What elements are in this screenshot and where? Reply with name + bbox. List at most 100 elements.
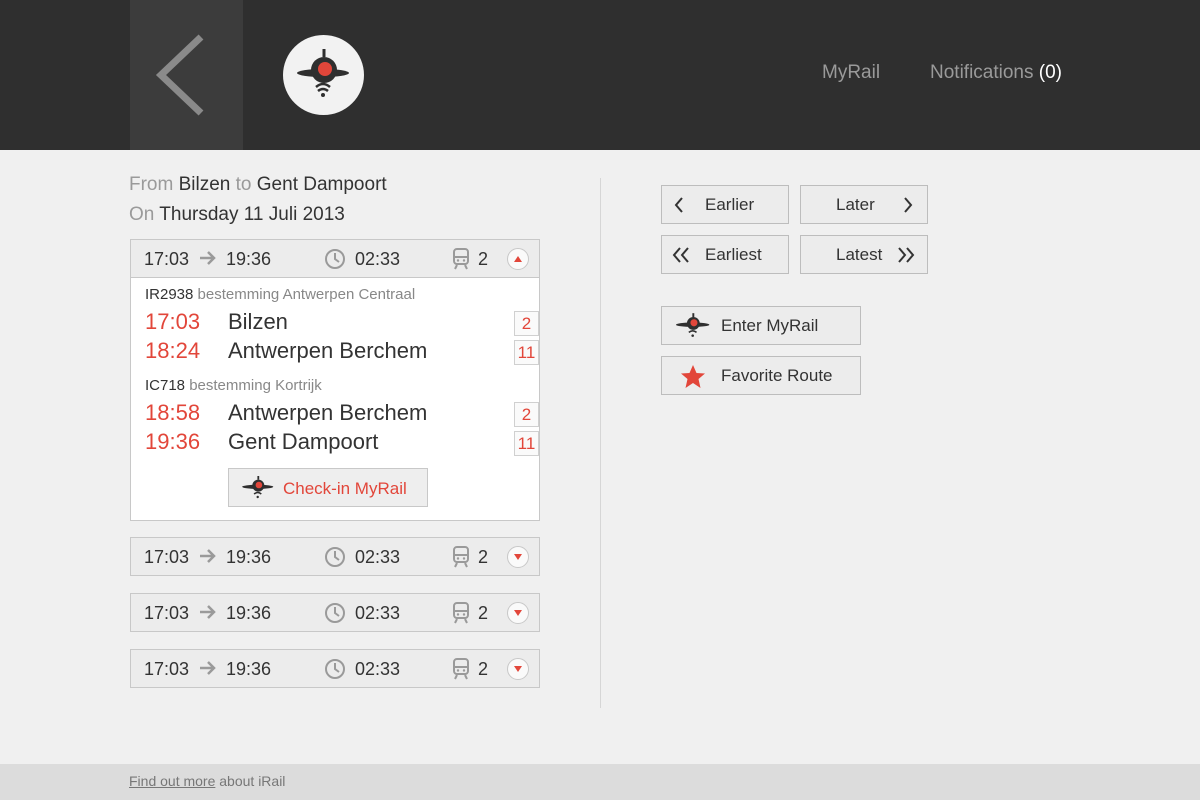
trip-detail-panel: IR2938 bestemming Antwerpen Centraal 17:… [130, 278, 540, 521]
earlier-label: Earlier [705, 195, 755, 214]
enter-myrail-button[interactable]: Enter MyRail [661, 306, 861, 345]
nav-notifications-link[interactable]: Notifications (0) [930, 62, 1062, 84]
latest-button[interactable]: Latest [800, 235, 928, 274]
platform-badge: 2 [514, 402, 539, 427]
stop-time: 17:03 [145, 309, 201, 334]
leg-title: IC718 bestemming Kortrijk [145, 377, 322, 394]
trip-changes: 2 [478, 603, 489, 623]
earliest-button[interactable]: Earliest [661, 235, 789, 274]
arrow-right-icon [200, 605, 216, 619]
leg-train: IR2938 [145, 286, 194, 303]
stop-time: 18:58 [145, 400, 201, 425]
trip-arrival: 19:36 [226, 603, 272, 623]
favorite-route-button[interactable]: Favorite Route [661, 356, 861, 395]
trip-duration: 02:33 [355, 249, 401, 269]
later-button[interactable]: Later [800, 185, 928, 224]
double-chevron-right-icon [898, 247, 915, 263]
trip-row[interactable]: 17:03 19:36 02:33 2 [130, 649, 540, 688]
stop-row: 19:36 Gent Dampoort 11 [145, 429, 539, 457]
arrow-right-icon [200, 549, 216, 563]
train-icon [453, 658, 469, 680]
to-station: Gent Dampoort [256, 174, 387, 195]
trip-duration: 02:33 [355, 547, 401, 567]
caret-down-icon [514, 666, 522, 672]
stop-row: 18:24 Antwerpen Berchem 11 [145, 338, 539, 366]
trip-duration: 02:33 [355, 603, 401, 623]
stop-station: Antwerpen Berchem [228, 338, 428, 363]
stop-row: 18:58 Antwerpen Berchem 2 [145, 400, 539, 428]
nav-myrail-link[interactable]: MyRail [822, 62, 880, 84]
trip-departure: 17:03 [144, 603, 190, 623]
route-date: On Thursday 11 Juli 2013 [129, 204, 345, 226]
favorite-route-label: Favorite Route [721, 366, 833, 385]
collapse-toggle[interactable] [507, 248, 529, 270]
footer: Find out more about iRail [0, 764, 1200, 800]
footer-text: Find out more about iRail [129, 773, 285, 789]
stop-row: 17:03 Bilzen 2 [145, 309, 539, 337]
expand-toggle[interactable] [507, 546, 529, 568]
notifications-label: Notifications [930, 62, 1034, 83]
from-station: Bilzen [178, 174, 231, 195]
arrow-right-icon [200, 251, 216, 265]
trip-duration: 02:33 [355, 659, 401, 679]
trip-arrival: 19:36 [226, 547, 272, 567]
trip-row-expanded[interactable]: 17:03 19:36 02:33 2 [130, 239, 540, 278]
header-bar: MyRail Notifications (0) [0, 0, 1200, 150]
trip-departure: 17:03 [144, 659, 190, 679]
expand-toggle[interactable] [507, 602, 529, 624]
caret-down-icon [514, 610, 522, 616]
arrow-right-icon [200, 661, 216, 675]
on-label: On [129, 204, 155, 225]
leg-title: IR2938 bestemming Antwerpen Centraal [145, 286, 415, 303]
double-chevron-left-icon [672, 247, 689, 263]
clock-icon [325, 547, 345, 567]
footer-suffix: about iRail [215, 773, 286, 789]
to-label: to [235, 174, 252, 195]
find-out-more-link[interactable]: Find out more [129, 773, 215, 789]
train-icon [453, 602, 469, 624]
chevron-left-icon [674, 197, 683, 213]
trip-changes: 2 [478, 659, 489, 679]
travel-date: Thursday 11 Juli 2013 [159, 204, 345, 225]
caret-up-icon [514, 256, 522, 262]
chevron-left-icon [155, 34, 204, 116]
platform-badge: 2 [514, 311, 539, 336]
route-from-to: From Bilzen to Gent Dampoort [129, 174, 387, 196]
checkin-myrail-button[interactable]: Check-in MyRail [228, 468, 428, 507]
train-icon [453, 248, 469, 270]
caret-down-icon [514, 554, 522, 560]
irail-logo-icon [676, 313, 710, 337]
back-button[interactable] [130, 0, 243, 150]
stop-station: Gent Dampoort [228, 429, 379, 454]
irail-logo-icon [297, 49, 349, 97]
stop-time: 18:24 [145, 338, 201, 363]
stop-time: 19:36 [145, 429, 201, 454]
from-label: From [129, 174, 174, 195]
trip-arrival: 19:36 [226, 249, 272, 269]
notifications-count: (0) [1038, 62, 1063, 83]
clock-icon [325, 249, 345, 269]
stop-station: Antwerpen Berchem [228, 400, 428, 425]
leg-destination: bestemming Antwerpen Centraal [197, 286, 416, 303]
trip-row[interactable]: 17:03 19:36 02:33 2 [130, 593, 540, 632]
trip-row[interactable]: 17:03 19:36 02:33 2 [130, 537, 540, 576]
irail-logo[interactable] [283, 35, 364, 115]
clock-icon [325, 659, 345, 679]
expand-toggle[interactable] [507, 658, 529, 680]
later-label: Later [836, 195, 875, 214]
earlier-button[interactable]: Earlier [661, 185, 789, 224]
chevron-right-icon [904, 197, 913, 213]
column-divider [600, 178, 601, 708]
platform-badge: 11 [514, 340, 539, 365]
leg-destination: bestemming Kortrijk [189, 377, 322, 394]
star-icon [681, 365, 705, 388]
stop-station: Bilzen [228, 309, 288, 334]
leg-train: IC718 [145, 377, 186, 394]
latest-label: Latest [836, 245, 883, 264]
train-icon [453, 546, 469, 568]
platform-badge: 11 [514, 431, 539, 456]
irail-logo-icon [242, 476, 274, 499]
trip-changes: 2 [478, 547, 489, 567]
trip-arrival: 19:36 [226, 659, 272, 679]
checkin-label: Check-in MyRail [283, 479, 407, 498]
